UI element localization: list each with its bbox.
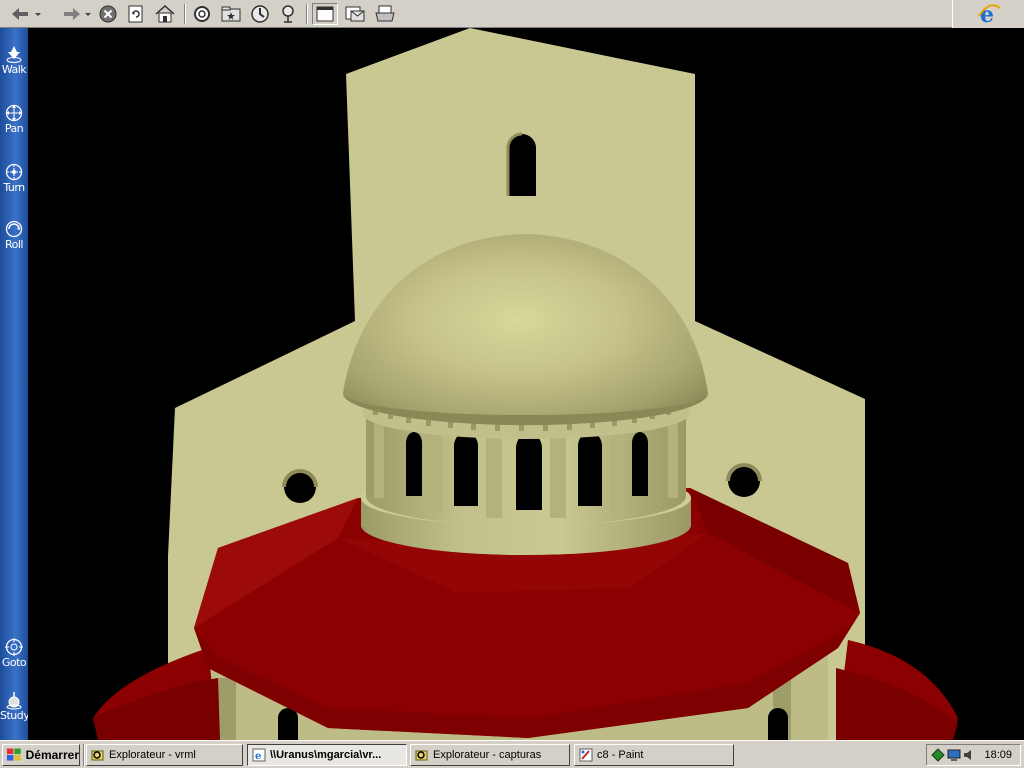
start-label: Démarrer bbox=[25, 748, 79, 762]
svg-text:e: e bbox=[255, 751, 261, 762]
clock: 18:09 bbox=[984, 749, 1012, 761]
goto-label: Goto bbox=[1, 656, 27, 669]
roll-button[interactable]: Roll bbox=[0, 219, 28, 251]
mail-button[interactable] bbox=[342, 3, 368, 25]
church-model-render bbox=[93, 28, 958, 740]
forward-arrow-icon bbox=[64, 8, 91, 20]
history-button[interactable] bbox=[248, 3, 272, 25]
windows-logo-icon bbox=[6, 748, 21, 761]
home-icon bbox=[155, 4, 175, 23]
tower-window bbox=[508, 134, 536, 196]
study-button[interactable]: Study bbox=[0, 690, 30, 722]
explorer-icon bbox=[415, 750, 428, 761]
mail-icon bbox=[345, 6, 365, 22]
vrml-3d-viewport[interactable] bbox=[28, 28, 1024, 740]
study-icon bbox=[6, 692, 22, 710]
network-icon[interactable] bbox=[930, 747, 946, 763]
fullscreen-icon bbox=[316, 6, 334, 22]
taskbar-button-explorer-capturas[interactable]: Explorateur - capturas bbox=[410, 744, 570, 766]
goto-button[interactable]: Goto bbox=[0, 637, 28, 669]
pan-icon bbox=[5, 104, 23, 122]
browser-toolbar: e bbox=[0, 0, 1024, 28]
turn-button[interactable]: Turn bbox=[0, 162, 28, 194]
task-label: Explorateur - vrml bbox=[109, 749, 196, 761]
task-label: c8 - Paint bbox=[597, 749, 644, 761]
windows-taskbar: Démarrer Explorateur - vrml e \\Uranus\m… bbox=[0, 740, 1024, 768]
task-label: \\Uranus\mgarcia\vr... bbox=[270, 749, 382, 761]
explorer-icon bbox=[91, 750, 104, 761]
fullscreen-button[interactable] bbox=[312, 3, 338, 25]
favorites-button[interactable] bbox=[218, 3, 244, 25]
ie-logo: e bbox=[952, 0, 1024, 28]
roll-icon bbox=[5, 220, 23, 238]
taskbar-button-explorer-vrml[interactable]: Explorateur - vrml bbox=[86, 744, 243, 766]
print-button[interactable] bbox=[372, 3, 398, 25]
display-icon[interactable] bbox=[946, 747, 962, 763]
taskbar-button-uranus-vrml[interactable]: e \\Uranus\mgarcia\vr... bbox=[247, 744, 407, 766]
goto-icon bbox=[5, 638, 23, 656]
search-icon bbox=[194, 6, 210, 22]
internet-explorer-icon: e bbox=[252, 748, 266, 762]
back-button[interactable] bbox=[6, 3, 46, 25]
print-icon bbox=[375, 5, 395, 22]
walk-label: Walk bbox=[1, 63, 27, 76]
study-label: Study bbox=[0, 709, 30, 722]
roll-label: Roll bbox=[5, 238, 24, 251]
pan-label: Pan bbox=[4, 122, 24, 135]
stop-button[interactable] bbox=[96, 3, 120, 25]
task-label: Explorateur - capturas bbox=[433, 749, 542, 761]
walk-icon bbox=[6, 46, 22, 63]
system-tray: 18:09 bbox=[926, 744, 1021, 766]
channels-button[interactable] bbox=[276, 3, 300, 25]
start-button[interactable]: Démarrer bbox=[2, 744, 80, 766]
pan-button[interactable]: Pan bbox=[0, 103, 28, 135]
internet-explorer-icon: e bbox=[977, 2, 1001, 26]
paint-icon bbox=[579, 748, 593, 762]
home-button[interactable] bbox=[152, 3, 178, 25]
taskbar-button-paint[interactable]: c8 - Paint bbox=[574, 744, 734, 766]
vrml-navigation-sidebar: Walk Pan Turn Roll Goto Study bbox=[0, 28, 30, 740]
favorites-icon bbox=[221, 6, 241, 22]
search-button[interactable] bbox=[190, 3, 214, 25]
turn-icon bbox=[5, 163, 23, 181]
forward-button[interactable] bbox=[56, 3, 96, 25]
channels-icon bbox=[282, 5, 294, 23]
back-arrow-icon bbox=[12, 8, 41, 20]
walk-button[interactable]: Walk bbox=[0, 44, 28, 76]
turn-label: Turn bbox=[3, 181, 25, 194]
history-icon bbox=[251, 5, 269, 23]
stop-icon bbox=[99, 5, 117, 23]
refresh-button[interactable] bbox=[124, 3, 148, 25]
volume-icon[interactable] bbox=[962, 747, 976, 763]
refresh-icon bbox=[128, 5, 143, 23]
